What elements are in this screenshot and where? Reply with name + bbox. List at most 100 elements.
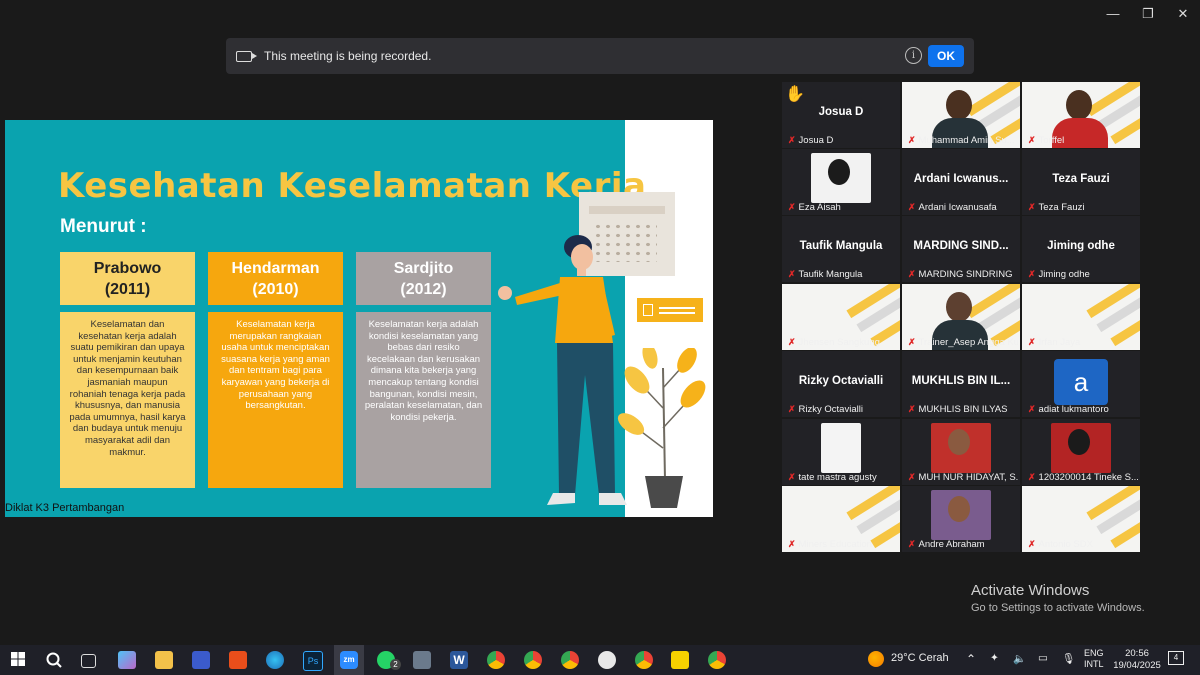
muted-mic-icon: ✗: [908, 269, 916, 279]
participant-face: [946, 292, 972, 322]
muted-mic-icon: ✗: [908, 135, 916, 145]
participant-name: 1203200014 Tineke S...: [1038, 472, 1138, 483]
chrome-icon-4[interactable]: [635, 651, 653, 669]
participant-name-label: ✗ tate mastra agusty: [788, 472, 898, 483]
muted-mic-icon: ✗: [788, 404, 796, 414]
shared-screen-slide: Kesehatan Keselamatan Kerja Menurut : Pr…: [5, 120, 713, 517]
notification-icon[interactable]: 4: [1168, 651, 1184, 665]
participant-name: Trainer_Asep Angga Kus...: [918, 337, 1018, 348]
participant-tile[interactable]: ✗ Miners Education: [782, 486, 900, 552]
calculator-icon[interactable]: [413, 651, 431, 669]
zoom-taskbar-slot[interactable]: zm: [334, 645, 364, 675]
participant-name-label: ✗ MARDING SINDRING: [908, 269, 1018, 280]
mic-icon[interactable]: 🎙: [1062, 652, 1075, 665]
participant-tile[interactable]: Jiming odhe ✗ Jiming odhe: [1022, 216, 1140, 282]
close-button[interactable]: ✕: [1168, 6, 1198, 22]
language-indicator[interactable]: ENG INTL: [1084, 648, 1104, 670]
muted-mic-icon: ✗: [788, 202, 796, 212]
participant-name-label: ✗ Andre Abraham: [908, 539, 1018, 550]
ok-button[interactable]: OK: [928, 45, 964, 67]
participant-tile[interactable]: ✗ Andre Abraham: [902, 486, 1020, 552]
clock-date: 19/04/2025: [1113, 660, 1161, 671]
column-body-hendarman: Keselamatan kerja merupakan rangkaian us…: [208, 312, 343, 488]
participant-tile[interactable]: Rizky Octavialli ✗ Rizky Octavialli: [782, 351, 900, 417]
chrome-icon-5[interactable]: [708, 651, 726, 669]
info-icon[interactable]: i: [905, 47, 922, 64]
lang-code: ENG: [1084, 648, 1104, 658]
network-icon[interactable]: ✦: [990, 652, 999, 664]
participant-tile[interactable]: MARDING SIND... ✗ MARDING SINDRING: [902, 216, 1020, 282]
muted-mic-icon: ✗: [908, 337, 916, 347]
participant-name-label: ✗ Ardani Icwanusafa: [908, 202, 1018, 213]
raised-hand-icon: ✋: [785, 86, 805, 103]
muted-mic-icon: ✗: [788, 539, 796, 549]
weather-icon[interactable]: [868, 651, 884, 667]
speaker-icon[interactable]: 🔈: [1013, 652, 1026, 665]
column-head-sardjito: Sardjito (2012): [356, 252, 491, 305]
participant-tile[interactable]: ✗Trainer_Asep Angga Kus...: [902, 284, 1020, 350]
chrome-icon-1[interactable]: [487, 651, 505, 669]
edge-icon[interactable]: [266, 651, 284, 669]
slide-footer: Diklat K3 Pertambangan: [5, 502, 125, 514]
participant-tile[interactable]: ✗ Irfan Jaya: [1022, 284, 1140, 350]
task-view-icon[interactable]: [81, 654, 96, 668]
participant-tile[interactable]: ✗ MUH NUR HIDAYAT, S...: [902, 419, 1020, 485]
participant-tile[interactable]: ✗ 1203200014 Tineke S...: [1022, 419, 1140, 485]
participant-name-label: ✗ Taufik Mangula: [788, 269, 898, 280]
participant-name: Eza Aisah: [798, 202, 841, 213]
muted-mic-icon: ✗: [1028, 404, 1036, 414]
clock[interactable]: 20:56 19/04/2025: [1112, 648, 1162, 672]
participant-tile[interactable]: ✗ Eza Aisah: [782, 149, 900, 215]
participant-display-name: Taufik Mangula: [799, 240, 883, 252]
column-head-prabowo: Prabowo (2011): [60, 252, 195, 305]
participant-name-label: ✗ Muhammad Amin Su...: [908, 135, 1018, 146]
word-icon[interactable]: W: [450, 651, 468, 669]
participant-display-name: Ardani Icwanus...: [913, 173, 1009, 185]
activate-windows-watermark: Activate Windows Go to Settings to activ…: [971, 582, 1145, 614]
file-explorer-icon[interactable]: [155, 651, 173, 669]
participant-name-label: ✗ Rizky Octavialli: [788, 404, 898, 415]
zoom-icon: zm: [340, 651, 358, 669]
participant-display-name: Rizky Octavialli: [798, 375, 884, 387]
store-icon[interactable]: [192, 651, 210, 669]
participant-tile[interactable]: ✗ tate mastra agusty: [782, 419, 900, 485]
photoshop-icon[interactable]: Ps: [303, 651, 323, 671]
participant-name-label: ✗ Miners Education: [788, 539, 898, 550]
participant-tile[interactable]: Josua D ✋ ✗ Josua D: [782, 82, 900, 148]
windows-start-icon[interactable]: [10, 651, 28, 669]
app-icon[interactable]: [598, 651, 616, 669]
participant-name-label: ✗ Eza Aisah: [788, 202, 898, 213]
lang-layout: INTL: [1084, 659, 1104, 669]
search-icon[interactable]: [45, 651, 63, 669]
participant-tile[interactable]: ✗ Muhammad Amin Su...: [902, 82, 1020, 148]
sticky-notes-icon[interactable]: [671, 651, 689, 669]
restore-button[interactable]: ❐: [1133, 6, 1163, 22]
battery-icon[interactable]: ▭: [1038, 652, 1048, 664]
participant-tile[interactable]: Teza Fauzi ✗ Teza Fauzi: [1022, 149, 1140, 215]
participant-name: MUKHLIS BIN ILYAS: [918, 404, 1008, 415]
participant-tile[interactable]: Taufik Mangula ✗ Taufik Mangula: [782, 216, 900, 282]
participant-face: [828, 159, 850, 185]
participant-name-label: ✗ Antonio SDX: [1028, 539, 1138, 550]
participant-tile[interactable]: ✗ Torffel: [1022, 82, 1140, 148]
copilot-icon[interactable]: [118, 651, 136, 669]
chrome-icon-2[interactable]: [524, 651, 542, 669]
participant-tile[interactable]: ✗ Antonio SDX: [1022, 486, 1140, 552]
participant-name-label: ✗ adiat lukmantoro: [1028, 404, 1138, 415]
chevron-up-icon[interactable]: ⌃: [966, 652, 976, 666]
id-card-graphic: [637, 298, 703, 322]
participant-tile[interactable]: a ✗ adiat lukmantoro: [1022, 351, 1140, 417]
minimize-button[interactable]: —: [1098, 6, 1128, 21]
participant-tile[interactable]: MUKHLIS BIN IL... ✗ MUKHLIS BIN ILYAS: [902, 351, 1020, 417]
plant-illustration: [617, 348, 706, 508]
participant-face: [946, 90, 972, 120]
participant-tile[interactable]: ✗ Jhensen Sangkung: [782, 284, 900, 350]
office-icon[interactable]: [229, 651, 247, 669]
muted-mic-icon: ✗: [1028, 135, 1036, 145]
recording-camera-icon: [236, 50, 257, 62]
chrome-icon-3[interactable]: [561, 651, 579, 669]
participant-name: Jhensen Sangkung: [798, 337, 880, 348]
participant-tile[interactable]: Ardani Icwanus... ✗ Ardani Icwanusafa: [902, 149, 1020, 215]
weather-text[interactable]: 29°C Cerah: [891, 652, 949, 664]
clock-time: 20:56: [1125, 648, 1149, 659]
